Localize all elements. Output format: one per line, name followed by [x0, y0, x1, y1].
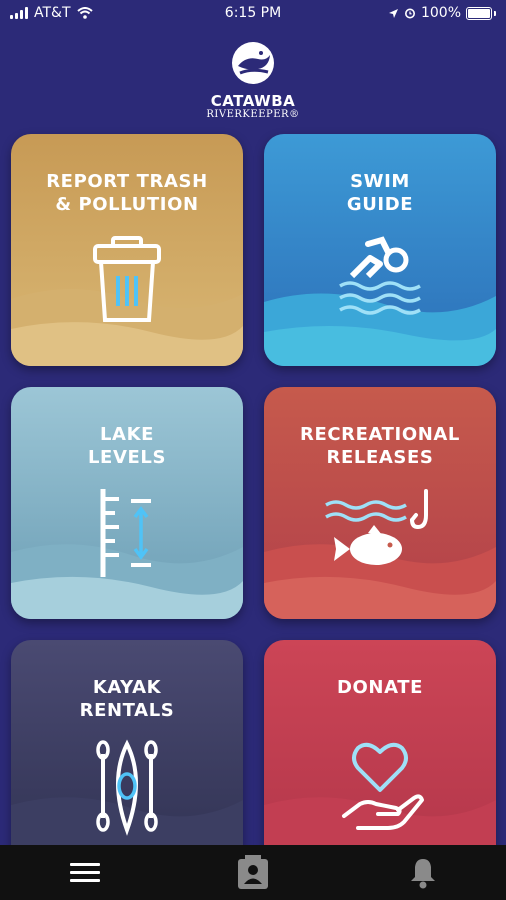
logo-name: CATAWBA [210, 92, 296, 110]
kayak-rentals-tile[interactable]: KAYAK RENTALS [11, 640, 243, 872]
battery-tip [494, 10, 496, 16]
alarm-icon [404, 8, 415, 19]
battery-icon [466, 6, 492, 20]
lake-levels-tile[interactable]: LAKE LEVELS [11, 387, 243, 619]
profile-badge-icon [238, 855, 268, 889]
status-bar: AT&T 6:15 PM 100% [0, 0, 506, 28]
donate-tile[interactable]: DONATE [264, 640, 496, 872]
fish-hook-icon [325, 489, 428, 565]
catawba-riverkeeper-logo: CATAWBA RIVERKEEPER® [0, 40, 506, 120]
notifications-tab[interactable] [403, 853, 443, 893]
bell-icon [411, 859, 435, 889]
menu-tab[interactable] [65, 853, 105, 893]
status-right: 100% [388, 5, 496, 21]
recreational-releases-tile[interactable]: RECREATIONAL RELEASES [264, 387, 496, 619]
riverkeeper-bird-icon [232, 42, 274, 84]
bottom-nav-bar [0, 845, 506, 900]
swimmer-icon [339, 236, 421, 315]
heart-hand-icon [342, 742, 424, 830]
logo-subtitle: RIVERKEEPER® [206, 109, 300, 120]
menu-icon [70, 863, 100, 882]
profile-tab[interactable] [233, 853, 273, 893]
swim-guide-tile[interactable]: SWIM GUIDE [264, 134, 496, 366]
water-level-gauge-icon [100, 489, 151, 577]
trash-can-icon [93, 236, 161, 322]
report-trash-tile[interactable]: REPORT TRASH & POLLUTION [11, 134, 243, 366]
battery-percent: 100% [420, 5, 461, 21]
kayak-icon [96, 739, 158, 836]
location-arrow-icon [388, 8, 398, 18]
